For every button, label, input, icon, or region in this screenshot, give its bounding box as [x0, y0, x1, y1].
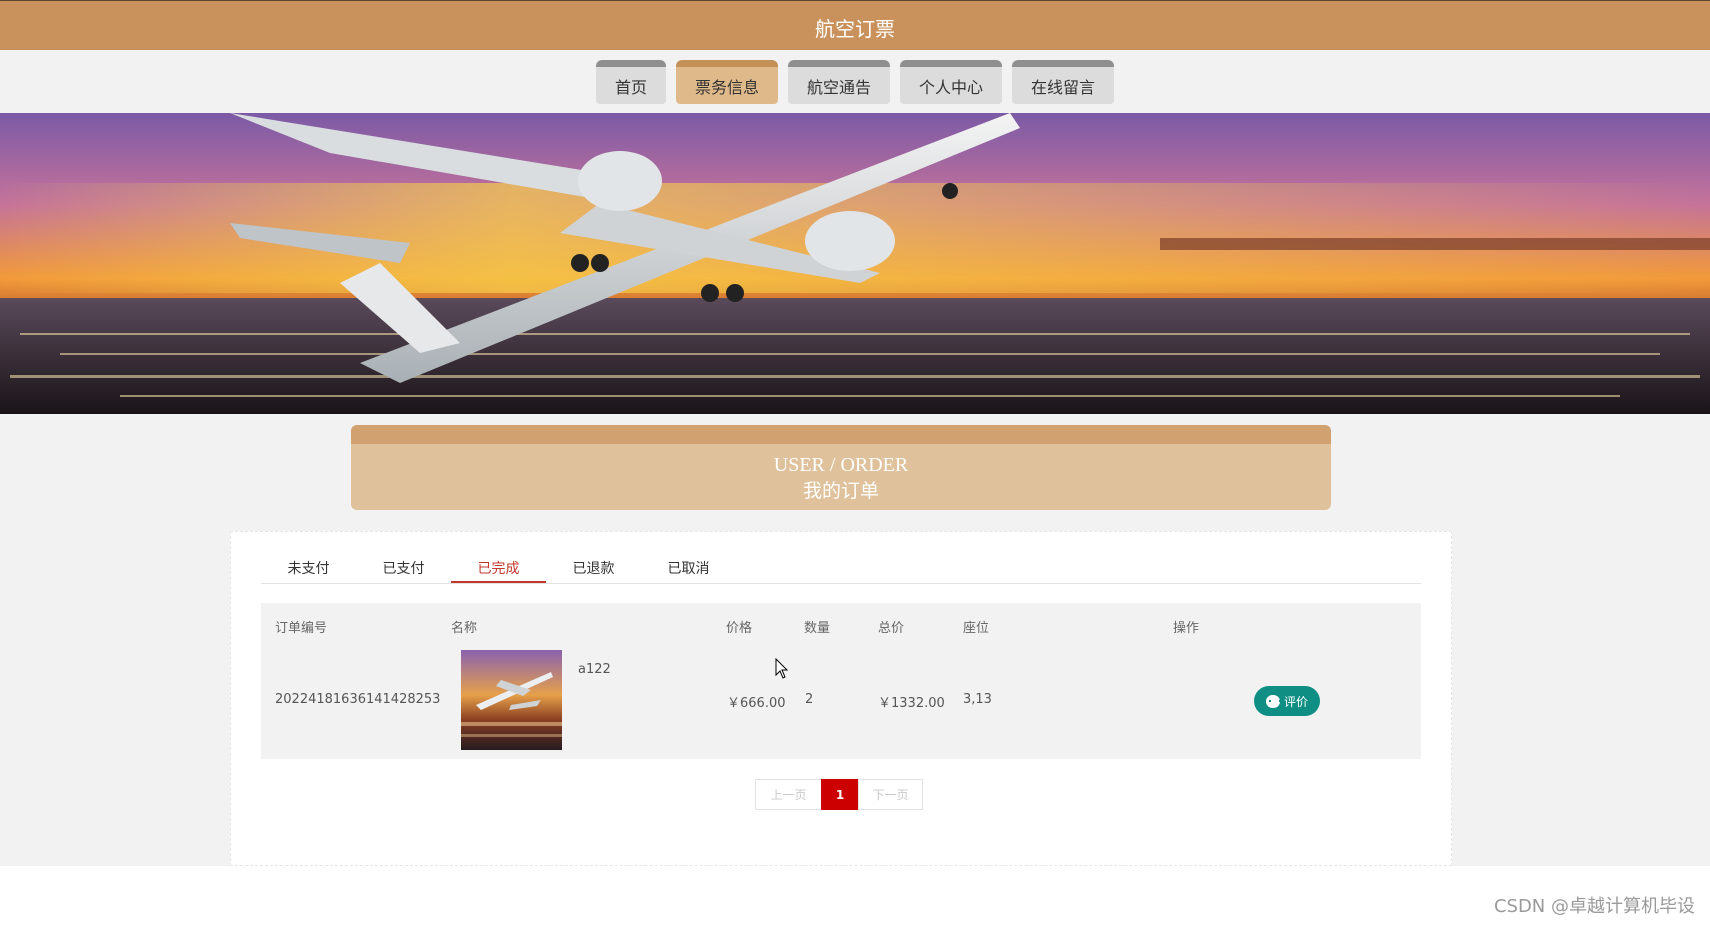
product-thumbnail[interactable] [461, 650, 562, 750]
mouse-pointer-icon [775, 657, 789, 684]
header-total: 总价 [878, 621, 905, 636]
order-price: ￥666.00 [727, 696, 786, 711]
nav-item-home[interactable]: 首页 [595, 60, 666, 104]
header-order-no: 订单编号 [275, 621, 328, 636]
product-name: a122 [578, 662, 611, 677]
app-title: 航空订票 [815, 17, 895, 41]
nav-item-tickets[interactable]: 票务信息 [675, 60, 778, 104]
header-quantity: 数量 [804, 621, 831, 636]
header-seat: 座位 [963, 621, 990, 636]
pagination: 上一页 1 下一页 [755, 779, 923, 810]
nav-item-messages[interactable]: 在线留言 [1012, 60, 1115, 104]
header-action: 操作 [1173, 621, 1200, 636]
order-total: ￥1332.00 [878, 696, 945, 711]
main-nav: 首页 票务信息 航空通告 个人中心 在线留言 [0, 50, 1710, 113]
section-header: USER / ORDER 我的订单 [351, 425, 1331, 510]
current-page-button[interactable]: 1 [821, 779, 859, 810]
top-bar: 航空订票 [0, 0, 1710, 50]
banner-image [0, 113, 1710, 414]
watermark-text: CSDN @卓越计算机毕设 [1493, 896, 1695, 917]
orders-table: 订单编号 名称 价格 数量 总价 座位 操作 20224181636141428… [261, 603, 1421, 759]
tab-cancelled[interactable]: 已取消 [641, 552, 736, 583]
section-title-cn: 我的订单 [802, 480, 879, 502]
tab-completed[interactable]: 已完成 [451, 552, 546, 583]
prev-page-button[interactable]: 上一页 [755, 779, 822, 810]
tab-unpaid[interactable]: 未支付 [261, 552, 356, 583]
rate-button[interactable]: 评价 [1254, 686, 1320, 716]
section-header-stripe [351, 425, 1331, 444]
tab-paid[interactable]: 已支付 [356, 552, 451, 583]
order-status-tabs: 未支付 已支付 已完成 已退款 已取消 [261, 552, 1421, 584]
order-seat: 3,13 [963, 692, 992, 707]
order-number: 20224181636141428253 [275, 692, 441, 707]
section-title-en: USER / ORDER [773, 454, 909, 476]
nav-item-profile[interactable]: 个人中心 [900, 60, 1003, 104]
orders-panel: 未支付 已支付 已完成 已退款 已取消 订单编号 名称 价格 数量 总价 座位 … [230, 531, 1452, 866]
chat-bubble-icon [1265, 694, 1281, 708]
rate-button-label: 评价 [1283, 694, 1308, 709]
tab-refunded[interactable]: 已退款 [546, 552, 641, 583]
next-page-button[interactable]: 下一页 [858, 779, 923, 810]
order-quantity: 2 [805, 692, 814, 707]
nav-item-announcements[interactable]: 航空通告 [787, 60, 890, 104]
header-price: 价格 [726, 621, 753, 636]
header-name: 名称 [451, 621, 478, 636]
